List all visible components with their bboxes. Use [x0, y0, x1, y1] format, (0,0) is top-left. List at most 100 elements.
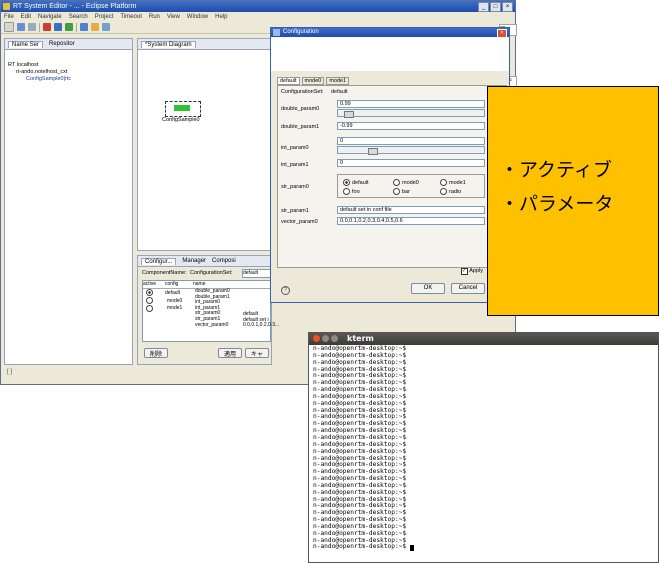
menu-project[interactable]: Project [95, 14, 114, 20]
component-body [174, 105, 190, 111]
eclipse-titlebar: RT System Editor - ... - Eclipse Platfor… [1, 1, 515, 12]
eclipse-title: RT System Editor - ... - Eclipse Platfor… [13, 3, 137, 10]
rtc-component[interactable] [165, 101, 201, 117]
kterm-close-button[interactable] [313, 335, 320, 342]
dialog-icon [273, 29, 280, 36]
configset-field[interactable]: default [242, 269, 272, 278]
radio-mode0[interactable]: mode0 [393, 179, 419, 186]
tab-configuration[interactable]: Configur... [141, 257, 177, 265]
table-row[interactable]: mode1 [146, 304, 182, 313]
terminal-line: n-ando@openrtm-desktop:~$ [313, 544, 658, 552]
tab-manager[interactable]: Manager [182, 258, 206, 264]
tab-default[interactable]: default [277, 77, 300, 85]
slider-thumb[interactable] [344, 111, 354, 118]
name-service-view: Name Ser Repositor RT localhost rt-ando.… [4, 38, 133, 365]
eclipse-icon [3, 3, 10, 10]
close-button[interactable]: × [502, 2, 513, 12]
folder-icon[interactable] [91, 23, 99, 31]
int-param0-input[interactable]: 0 [337, 137, 485, 145]
tree-item-component[interactable]: ConfigSample0|rtc [8, 76, 132, 83]
str-param0-radio-group: default mode0 mode1 foo bar radio [337, 174, 485, 198]
kterm-minimize-button[interactable] [322, 335, 329, 342]
col-name: name [193, 281, 206, 287]
apply-button[interactable]: 適用 [218, 348, 242, 358]
kterm-maximize-button[interactable] [331, 335, 338, 342]
new-icon[interactable] [4, 22, 14, 32]
tab-system-diagram[interactable]: *System Diagram [141, 40, 196, 48]
kterm-titlebar: kterm [309, 333, 658, 345]
apply-checkbox[interactable]: ✓ Apply [461, 268, 483, 275]
component-name-label: ComponentName: [142, 270, 187, 276]
tab-mode1[interactable]: mode1 [326, 77, 350, 85]
dialog-cancel-button[interactable]: Cancel [451, 283, 485, 294]
callout-line-2: ・パラメータ [500, 193, 614, 215]
param-label-str0: str_param0 [281, 184, 309, 190]
configuration-view: Configur... Manager Composi ComponentNam… [137, 255, 279, 365]
toolbar-separator [76, 22, 77, 32]
menu-search[interactable]: Search [69, 14, 88, 20]
param-name-list: double_param0 double_param1 int_param0 i… [195, 288, 230, 328]
param-label-vector0: vector_param0 [281, 219, 318, 225]
connect-icon[interactable] [54, 23, 62, 31]
slider-thumb[interactable] [368, 148, 378, 155]
menu-window[interactable]: Window [187, 14, 208, 20]
dialog-configset-label: ConfigurationSet: [281, 89, 324, 95]
activate-icon[interactable] [65, 23, 73, 31]
tab-mode0[interactable]: mode0 [301, 77, 325, 85]
menu-run[interactable]: Run [149, 14, 160, 20]
param-value-list: default default set i 0.0,0.1,0.2,0.3... [243, 311, 280, 329]
maximize-button[interactable]: □ [490, 2, 501, 12]
col-config: config [165, 281, 179, 287]
radio-foo[interactable]: foo [343, 188, 360, 195]
radio-mode1[interactable]: mode1 [440, 179, 466, 186]
table-row[interactable]: mode0 [146, 296, 182, 305]
toolbar-separator [39, 22, 40, 32]
dialog-header-area [271, 37, 509, 71]
menu-view[interactable]: View [167, 14, 180, 20]
tree-item-localhost[interactable]: RT localhost [8, 62, 132, 69]
cancel-button[interactable]: キャ [245, 348, 269, 358]
configset-label: ConfigurationSet: [190, 270, 233, 276]
menu-timeout[interactable]: Timeout [120, 14, 141, 20]
rtc-icon[interactable] [43, 23, 51, 31]
radio-default[interactable]: default [343, 179, 369, 186]
menu-file[interactable]: File [4, 14, 14, 20]
double-param0-slider[interactable] [337, 109, 485, 118]
ok-button[interactable]: OK [411, 283, 445, 294]
tab-repository[interactable]: Repositor [49, 41, 75, 47]
help-icon[interactable]: ? [281, 286, 290, 295]
vector-param0-input[interactable]: 0.0,0.1,0.2,0.3,0.4,0.5,0.6 [337, 217, 485, 225]
radio-bar[interactable]: bar [393, 188, 410, 195]
menu-help[interactable]: Help [215, 14, 227, 20]
str-param1-input[interactable]: default set in conf file [337, 206, 485, 214]
menu-edit[interactable]: Edit [21, 14, 31, 20]
menu-navigate[interactable]: Navigate [38, 14, 62, 20]
double-param0-input[interactable]: 0.99 [337, 100, 485, 108]
kterm-output[interactable]: n-ando@openrtm-desktop:~$ n-ando@openrtm-… [309, 345, 658, 552]
search-icon[interactable] [80, 23, 88, 31]
tab-name-service[interactable]: Name Ser [8, 40, 44, 48]
tab-composite[interactable]: Composi [212, 258, 236, 264]
int-param1-spinner[interactable]: 0 [337, 159, 485, 167]
terminal-cursor [409, 545, 414, 552]
config-table: active config name default mode0 mode1 d… [142, 280, 279, 342]
minimize-button[interactable]: _ [478, 2, 489, 12]
save-icon[interactable] [17, 23, 25, 31]
kterm-title: kterm [347, 334, 374, 343]
annotation-callout: ・アクティブ ・パラメータ [487, 86, 659, 316]
component-label: ConfigSample0 [162, 117, 200, 123]
radio-radio[interactable]: radio [440, 188, 461, 195]
delete-button[interactable]: 削除 [144, 348, 168, 358]
name-service-tree: RT localhost rt-ando.notelhost_cxt Confi… [5, 50, 132, 83]
run-icon[interactable] [102, 23, 110, 31]
tree-item-context[interactable]: rt-ando.notelhost_cxt [8, 69, 132, 76]
callout-line-1: ・アクティブ [500, 159, 612, 181]
param-label-double0: double_param0 [281, 106, 320, 112]
table-row[interactable]: default [146, 289, 182, 297]
param-label-int1: int_param1 [281, 162, 309, 168]
param-label-double1: double_param1 [281, 124, 320, 130]
print-icon[interactable] [28, 23, 36, 31]
double-param1-input[interactable]: -0.99 [337, 122, 485, 130]
int-param0-slider[interactable] [337, 146, 485, 155]
dialog-tabs: default mode0 mode1 [277, 77, 350, 85]
